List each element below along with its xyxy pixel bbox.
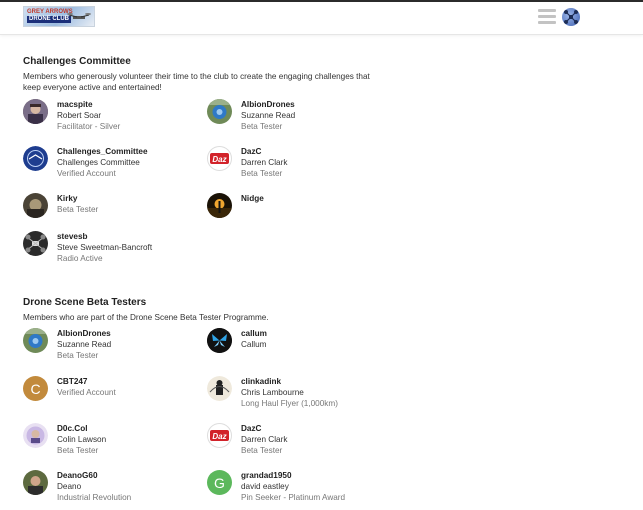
member-avatar: C — [23, 376, 48, 401]
member-title: Verified Account — [57, 388, 116, 397]
section-description-line: Members who are part of the Drone Scene … — [23, 313, 269, 322]
member-name: Callum — [241, 340, 267, 349]
member-avatar — [207, 99, 232, 124]
section-description: Members who generously volunteer their t… — [23, 71, 403, 93]
member-avatar — [23, 470, 48, 495]
member-username[interactable]: D0c.Col — [57, 423, 106, 434]
member-name: Darren Clark — [241, 435, 288, 444]
logo-text-line1: GREY ARROWS — [27, 9, 73, 15]
member-title: Radio Active — [57, 254, 103, 263]
member-card[interactable]: AlbionDrones Suzanne Read Beta Tester — [23, 328, 193, 368]
section-title: Drone Scene Beta Testers — [23, 297, 147, 308]
svg-text:Daz: Daz — [212, 432, 226, 441]
member-username[interactable]: DazC — [241, 423, 287, 434]
member-name: Robert Soar — [57, 111, 102, 120]
member-title: Verified Account — [57, 169, 116, 178]
avatar-letter: G — [214, 474, 225, 491]
member-card[interactable]: AlbionDrones Suzanne Read Beta Tester — [207, 99, 377, 139]
member-name: Steve Sweetman-Bancroft — [57, 243, 153, 252]
user-drone-icon — [564, 10, 578, 24]
drone-icon — [67, 13, 91, 19]
member-name: Challenges Committee — [57, 158, 140, 167]
member-card[interactable]: Kirky Beta Tester — [23, 193, 193, 233]
member-avatar — [23, 99, 48, 124]
member-username[interactable]: DeanoG60 — [57, 470, 131, 481]
member-card[interactable]: stevesb Steve Sweetman-Bancroft Radio Ac… — [23, 231, 193, 271]
member-card[interactable]: Challenges_Committee Challenges Committe… — [23, 146, 193, 186]
svg-text:Daz: Daz — [212, 155, 226, 164]
member-username[interactable]: Challenges_Committee — [57, 146, 148, 157]
member-name: Colin Lawson — [57, 435, 107, 444]
butterfly-icon — [207, 328, 232, 353]
member-username[interactable]: grandad1950 — [241, 470, 345, 481]
member-username[interactable]: AlbionDrones — [57, 328, 111, 339]
member-username[interactable]: macspite — [57, 99, 120, 110]
avatar-letter: C — [30, 380, 41, 397]
member-card[interactable]: macspite Robert Soar Facilitator - Silve… — [23, 99, 193, 139]
member-card[interactable]: Daz DazC Darren Clark Beta Tester — [207, 146, 377, 186]
member-username[interactable]: callum — [241, 328, 267, 339]
site-header: GREY ARROWS DRONE CLUB — [0, 0, 643, 35]
member-avatar — [207, 328, 232, 353]
member-username[interactable]: Kirky — [57, 193, 98, 204]
member-avatar: Daz — [207, 423, 232, 448]
member-avatar — [23, 146, 48, 171]
section-title: Challenges Committee — [23, 56, 131, 67]
member-title: Beta Tester — [57, 351, 99, 360]
member-title: Beta Tester — [57, 446, 99, 455]
member-card[interactable]: C CBT247 Verified Account — [23, 376, 193, 416]
member-avatar — [23, 231, 48, 256]
member-card[interactable]: G grandad1950 david eastley Pin Seeker -… — [207, 470, 377, 510]
site-logo[interactable]: GREY ARROWS DRONE CLUB — [23, 6, 95, 27]
beta-testers-section: Drone Scene Beta Testers Members who are… — [23, 297, 403, 323]
member-username[interactable]: DazC — [241, 146, 287, 157]
section-description-line: Members who generously volunteer their t… — [23, 72, 370, 81]
top-border — [0, 0, 643, 2]
member-name: Suzanne Read — [57, 340, 112, 349]
member-avatar: G — [207, 470, 232, 495]
member-title: Beta Tester — [241, 446, 283, 455]
member-name: Suzanne Read — [241, 111, 296, 120]
member-card[interactable]: D0c.Col Colin Lawson Beta Tester — [23, 423, 193, 463]
member-title: Pin Seeker - Platinum Award — [241, 493, 346, 502]
member-username[interactable]: AlbionDrones — [241, 99, 295, 110]
member-avatar — [207, 376, 232, 401]
challenges-committee-section: Challenges Committee Members who generou… — [23, 56, 403, 93]
user-avatar[interactable] — [562, 8, 580, 26]
member-card[interactable]: DeanoG60 Deano Industrial Revolution — [23, 470, 193, 510]
member-name: Darren Clark — [241, 158, 288, 167]
member-card[interactable]: callum Callum — [207, 328, 377, 368]
member-card[interactable]: Nidge — [207, 193, 377, 233]
member-title: Industrial Revolution — [57, 493, 132, 502]
member-title: Beta Tester — [241, 122, 283, 131]
section-description-line: keep everyone active and entertained! — [23, 83, 162, 92]
member-avatar — [207, 193, 232, 218]
member-avatar: Daz — [207, 146, 232, 171]
member-avatar — [23, 423, 48, 448]
member-title: Long Haul Flyer (1,000km) — [241, 399, 338, 408]
member-avatar — [23, 193, 48, 218]
member-title: Beta Tester — [57, 205, 99, 214]
member-username[interactable]: Nidge — [241, 193, 264, 204]
logo-text-line2: DRONE CLUB — [27, 16, 71, 23]
member-card[interactable]: Daz DazC Darren Clark Beta Tester — [207, 423, 377, 463]
member-name: david eastley — [241, 482, 289, 491]
member-name: Chris Lambourne — [241, 388, 304, 397]
member-card[interactable]: clinkadink Chris Lambourne Long Haul Fly… — [207, 376, 377, 416]
member-username[interactable]: clinkadink — [241, 376, 338, 387]
member-username[interactable]: stevesb — [57, 231, 152, 242]
member-username[interactable]: CBT247 — [57, 376, 116, 387]
member-avatar — [23, 328, 48, 353]
section-description: Members who are part of the Drone Scene … — [23, 312, 403, 323]
menu-icon[interactable] — [538, 9, 556, 24]
member-name: Deano — [57, 482, 82, 491]
member-title: Beta Tester — [241, 169, 283, 178]
member-title: Facilitator - Silver — [57, 122, 121, 131]
